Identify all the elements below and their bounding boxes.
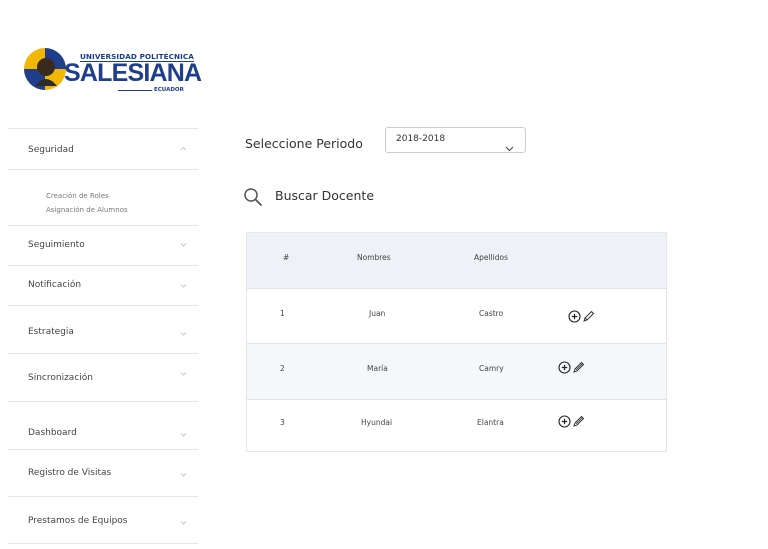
chevron-down-icon [180, 330, 187, 337]
row-actions [568, 310, 595, 323]
sidebar-item-label: Prestamos de Equipos [28, 516, 128, 526]
row-actions [558, 415, 585, 428]
search-icon[interactable] [243, 187, 263, 211]
pencil-icon[interactable] [572, 415, 585, 428]
sidebar-item-notificacion[interactable]: Notificación [8, 266, 198, 306]
sidebar-item-sincronizacion[interactable]: Sincronización [8, 354, 198, 402]
docentes-table: # Nombres Apellidos 1 Juan Castro 2 Marí… [246, 232, 667, 452]
column-header-apellidos: Apellidos [474, 253, 509, 262]
table-row: 1 Juan Castro [247, 289, 666, 344]
chevron-down-icon [180, 282, 187, 289]
logo-country-text: ECUADOR [154, 87, 184, 93]
row-nombre: María [367, 364, 388, 373]
sidebar-item-prestamos-equipos[interactable]: Prestamos de Equipos [8, 497, 198, 544]
pencil-icon[interactable] [572, 361, 585, 374]
sidebar-item-label: Estrategia [28, 327, 74, 337]
sidebar-item-label: Notificación [28, 280, 82, 290]
logo-emblem-icon [24, 48, 66, 90]
row-apellido: Castro [479, 309, 504, 318]
chevron-up-icon [180, 145, 187, 152]
sidebar-item-label: Dashboard [28, 428, 77, 438]
sidebar-subitem-creacion-roles[interactable]: Creación de Roles [46, 192, 109, 200]
period-select-value: 2018-2018 [396, 134, 446, 144]
sidebar-item-label: Sincronización [28, 373, 93, 383]
period-select[interactable]: 2018-2018 [385, 127, 526, 153]
logo-name-text: SALESIANA [64, 59, 202, 87]
sidebar-submenu: Creación de Roles Asignación de Alumnos [8, 170, 198, 226]
row-number: 2 [280, 364, 285, 373]
pencil-icon[interactable] [582, 310, 595, 323]
sidebar-item-label: Seguridad [28, 145, 74, 155]
sidebar-item-estrategia[interactable]: Estrategia [8, 306, 198, 354]
column-header-nombres: Nombres [357, 253, 391, 262]
row-number: 1 [280, 309, 285, 318]
add-circle-icon[interactable] [558, 361, 571, 374]
row-number: 3 [280, 418, 285, 427]
column-header-number: # [283, 253, 290, 262]
sidebar-subitem-asignacion-alumnos[interactable]: Asignación de Alumnos [46, 206, 128, 214]
search-docente-label[interactable]: Buscar Docente [275, 188, 374, 203]
chevron-down-icon [180, 241, 187, 248]
chevron-down-icon [180, 519, 187, 526]
chevron-down-icon [180, 431, 187, 438]
university-logo: UNIVERSIDAD POLITÉCNICA SALESIANA ECUADO… [22, 45, 202, 97]
row-actions [558, 361, 585, 374]
sidebar-item-seguridad[interactable]: Seguridad [8, 128, 198, 170]
chevron-down-icon [505, 137, 514, 156]
row-nombre: Hyundai [361, 418, 393, 427]
sidebar-item-seguimiento[interactable]: Seguimiento [8, 226, 198, 266]
table-row: 2 María Camry [247, 343, 666, 400]
sidebar-item-registro-visitas[interactable]: Registro de Visitas [8, 450, 198, 497]
sidebar-item-dashboard[interactable]: Dashboard [8, 402, 198, 450]
logo-divider [118, 90, 152, 91]
row-apellido: Elantra [477, 418, 504, 427]
add-circle-icon[interactable] [558, 415, 571, 428]
chevron-down-icon [180, 471, 187, 478]
row-apellido: Camry [479, 364, 504, 373]
sidebar-nav: Seguridad Creación de Roles Asignación d… [8, 128, 198, 544]
row-nombre: Juan [369, 309, 386, 318]
chevron-down-icon [180, 370, 187, 377]
period-label: Seleccione Periodo [245, 136, 363, 151]
sidebar-item-label: Seguimiento [28, 240, 85, 250]
table-header: # Nombres Apellidos [247, 233, 666, 289]
sidebar-item-label: Registro de Visitas [28, 468, 112, 478]
add-circle-icon[interactable] [568, 310, 581, 323]
table-row: 3 Hyundai Elantra [247, 399, 666, 454]
